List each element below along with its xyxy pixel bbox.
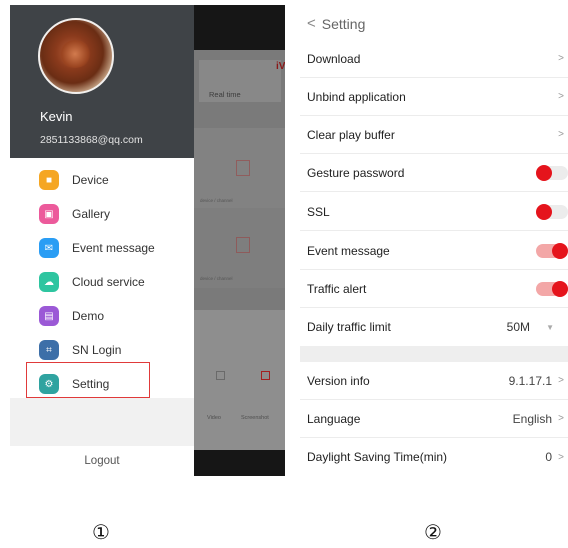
menu-item-event-message[interactable]: ✉ Event message [10, 231, 194, 265]
dimmed-background-app: Real time iV device / channel device / c… [194, 5, 285, 476]
device-icon: ■ [39, 170, 59, 190]
row-gesture-password: Gesture password [300, 154, 568, 192]
logout-button[interactable]: Logout [10, 455, 194, 467]
menu-item-cloud-service[interactable]: ☁ Cloud service [10, 265, 194, 299]
row-label: SSL [307, 204, 330, 219]
chevron-right-icon: > [558, 375, 564, 386]
row-label: Version info [307, 373, 370, 388]
row-label: Daily traffic limit [307, 320, 391, 334]
drawer-spacer [10, 398, 194, 446]
bg-single-view-icon [216, 371, 225, 380]
row-language[interactable]: Language English > [300, 400, 568, 438]
chevron-right-icon: > [558, 129, 564, 140]
row-label: Download [307, 51, 361, 66]
bg-camera-icon [236, 160, 250, 176]
setting-highlight-box [26, 362, 150, 398]
menu-item-device[interactable]: ■ Device [10, 163, 194, 197]
settings-screen: < Setting Download > Unbind application … [300, 5, 568, 476]
bg-camera-icon [236, 237, 250, 253]
row-label: Language [307, 411, 361, 426]
row-download[interactable]: Download > [300, 40, 568, 78]
event-message-toggle[interactable] [536, 242, 568, 259]
bg-brand: iV [276, 61, 285, 72]
chevron-right-icon: > [558, 91, 564, 102]
section-divider [300, 346, 568, 362]
menu-label-device: Device [72, 173, 109, 187]
menu-item-demo[interactable]: ▤ Demo [10, 299, 194, 333]
row-label: Event message [307, 243, 390, 258]
row-clear-play-buffer[interactable]: Clear play buffer > [300, 116, 568, 154]
user-name: Kevin [40, 109, 73, 124]
bg-video-label: Video [207, 415, 221, 421]
chevron-right-icon: > [558, 53, 564, 64]
row-label: Daylight Saving Time(min) [307, 450, 448, 464]
gesture-password-toggle[interactable] [536, 164, 568, 181]
row-label: Unbind application [307, 89, 406, 104]
row-label: Traffic alert [307, 281, 367, 296]
profile-header: Kevin 2851133868@qq.com [10, 5, 194, 158]
row-traffic-alert: Traffic alert [300, 270, 568, 308]
row-ssl: SSL [300, 193, 568, 231]
cloud-icon: ☁ [39, 272, 59, 292]
menu-label-event-message: Event message [72, 241, 155, 255]
ssl-toggle[interactable] [536, 203, 568, 220]
menu-label-sn-login: SN Login [72, 343, 122, 357]
row-event-message: Event message [300, 232, 568, 270]
back-chevron-icon[interactable]: < [307, 15, 316, 32]
menu-item-gallery[interactable]: ▣ Gallery [10, 197, 194, 231]
row-label: Gesture password [307, 165, 405, 180]
event-message-icon: ✉ [39, 238, 59, 258]
row-label: Clear play buffer [307, 127, 395, 142]
bg-screenshot-label: Screenshot [241, 415, 269, 421]
chevron-right-icon: > [558, 451, 564, 463]
side-drawer: Kevin 2851133868@qq.com ■ Device ▣ Galle… [10, 5, 194, 476]
page-title: Setting [321, 15, 366, 32]
gallery-icon: ▣ [39, 204, 59, 224]
row-unbind-application[interactable]: Unbind application > [300, 78, 568, 116]
version-value: 9.1.17.1 [508, 373, 552, 388]
menu-label-gallery: Gallery [72, 207, 111, 221]
caption-step-1: ① [92, 520, 110, 544]
bg-toolbar [194, 310, 285, 450]
language-value: English [512, 411, 552, 426]
dst-value: 0 [545, 450, 552, 464]
settings-header: < Setting [307, 15, 365, 32]
daily-limit-value: 50M [506, 320, 530, 334]
sn-login-icon: ⌗ [39, 340, 59, 360]
traffic-alert-toggle[interactable] [536, 280, 568, 297]
bg-tab-realtime: Real time [209, 90, 241, 99]
chevron-right-icon: > [558, 413, 564, 424]
row-version-info[interactable]: Version info 9.1.17.1 > [300, 362, 568, 400]
dropdown-arrow-icon: ▼ [546, 322, 554, 332]
caption-step-2: ② [424, 520, 442, 544]
demo-icon: ▤ [39, 306, 59, 326]
menu-label-cloud-service: Cloud service [72, 275, 145, 289]
menu-label-demo: Demo [72, 309, 105, 323]
user-email: 2851133868@qq.com [40, 134, 143, 146]
row-daylight-saving-time[interactable]: Daylight Saving Time(min) 0 > [300, 438, 568, 476]
row-daily-traffic-limit[interactable]: Daily traffic limit 50M ▼ [300, 308, 568, 346]
bg-grid-view-icon [261, 371, 270, 380]
bg-channel-label-2: device / channel [200, 276, 233, 281]
bg-channel-label-1: device / channel [200, 198, 233, 203]
avatar[interactable] [38, 18, 114, 94]
